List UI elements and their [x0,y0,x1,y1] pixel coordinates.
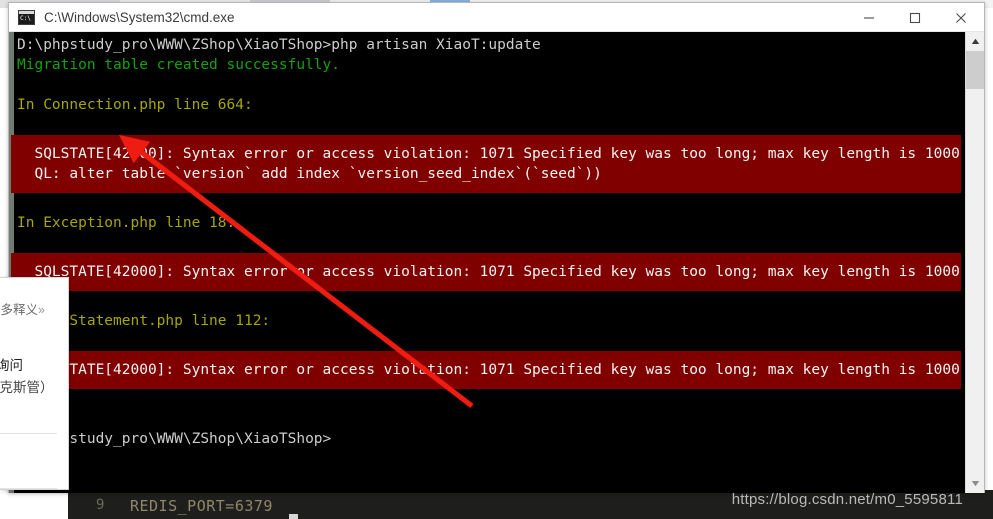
screenshot-root: 9 REDIS_PORT=6379 C:\Windows\System32\cm… [0,0,993,519]
cmd-window: C:\Windows\System32\cmd.exe [8,2,985,493]
console-output-area[interactable]: D:\phpstudy_pro\WWW\ZShop\XiaoTShop>php … [9,32,984,493]
scroll-down-arrow-icon[interactable] [966,474,984,493]
console-scrollbar[interactable] [965,32,984,493]
console-blank-line-5 [11,291,961,311]
console-blank-line-1 [11,75,961,95]
dictionary-more-definitions-link[interactable]: 更多释义» [0,299,45,318]
error-block-pad-top-1 [11,135,961,144]
background-code-gutter: 9 [96,497,105,513]
error-block-pad-top-3 [11,351,961,360]
scrollbar-thumb[interactable] [966,51,984,89]
background-code-line: REDIS_PORT=6379 [130,497,273,515]
background-text-cursor [289,514,298,519]
minimize-button[interactable] [846,3,892,32]
dictionary-more-chevron-icon: » [38,303,45,317]
console-section-header-exception: In Exception.php line 18: [17,215,236,231]
console-prompt-command: D:\phpstudy_pro\WWW\ZShop\XiaoTShop>php … [17,37,541,53]
error-block-pad-bottom-3 [11,380,961,389]
error-block-connection: SQLSTATE[42000]: Syntax error or access … [11,135,984,193]
console-migration-success: Migration table created successfully. [17,57,341,73]
error-block-pad-bottom-2 [11,282,961,291]
console-blank-line-7 [11,389,961,409]
console-blank-line-3 [11,193,961,213]
dictionary-divider-2 [0,488,57,489]
console-blank-line-2 [11,115,961,135]
dictionary-popup[interactable]: 更多释义» 询问 （克斯管） [0,277,69,490]
console-blank-line-6 [11,331,961,351]
maximize-button[interactable] [892,3,938,32]
error-block-pdostatement: SQLSTATE[42000]: Syntax error or access … [11,351,984,389]
scroll-up-arrow-icon[interactable] [966,32,984,51]
error-message-line-1b: QL: alter table `version` add index `ver… [17,166,602,182]
close-button[interactable] [938,3,984,32]
console-section-header-pdostatement: In PDOStatement.php line 112: [17,313,271,329]
csdn-watermark: https://blog.csdn.net/m0_5595811 [731,491,963,508]
dictionary-sub-entry: （克斯管） [0,380,54,395]
error-message-line-1a: SQLSTATE[42000]: Syntax error or access … [17,146,984,162]
window-title: C:\Windows\System32\cmd.exe [44,9,235,25]
dictionary-more-definitions-label: 更多释义 [0,303,39,317]
console-text-content: D:\phpstudy_pro\WWW\ZShop\XiaoTShop>php … [9,32,984,493]
window-titlebar[interactable]: C:\Windows\System32\cmd.exe [9,3,984,32]
window-controls [846,3,984,32]
console-blank-line-4 [11,233,961,253]
error-message-line-2a: SQLSTATE[42000]: Syntax error or access … [17,264,984,280]
dictionary-word: 询问 [0,358,23,373]
dictionary-divider-1 [0,433,57,434]
error-block-pad-bottom-1 [11,184,961,193]
error-message-line-3a: SQLSTATE[42000]: Syntax error or access … [17,362,984,378]
error-block-exception: SQLSTATE[42000]: Syntax error or access … [11,253,984,291]
cmd-icon [18,9,35,25]
console-final-prompt: D:\phpstudy_pro\WWW\ZShop\XiaoTShop> [17,431,332,447]
console-section-header-connection: In Connection.php line 664: [17,97,253,113]
error-block-pad-top-2 [11,253,961,262]
console-blank-line-8 [11,409,961,429]
